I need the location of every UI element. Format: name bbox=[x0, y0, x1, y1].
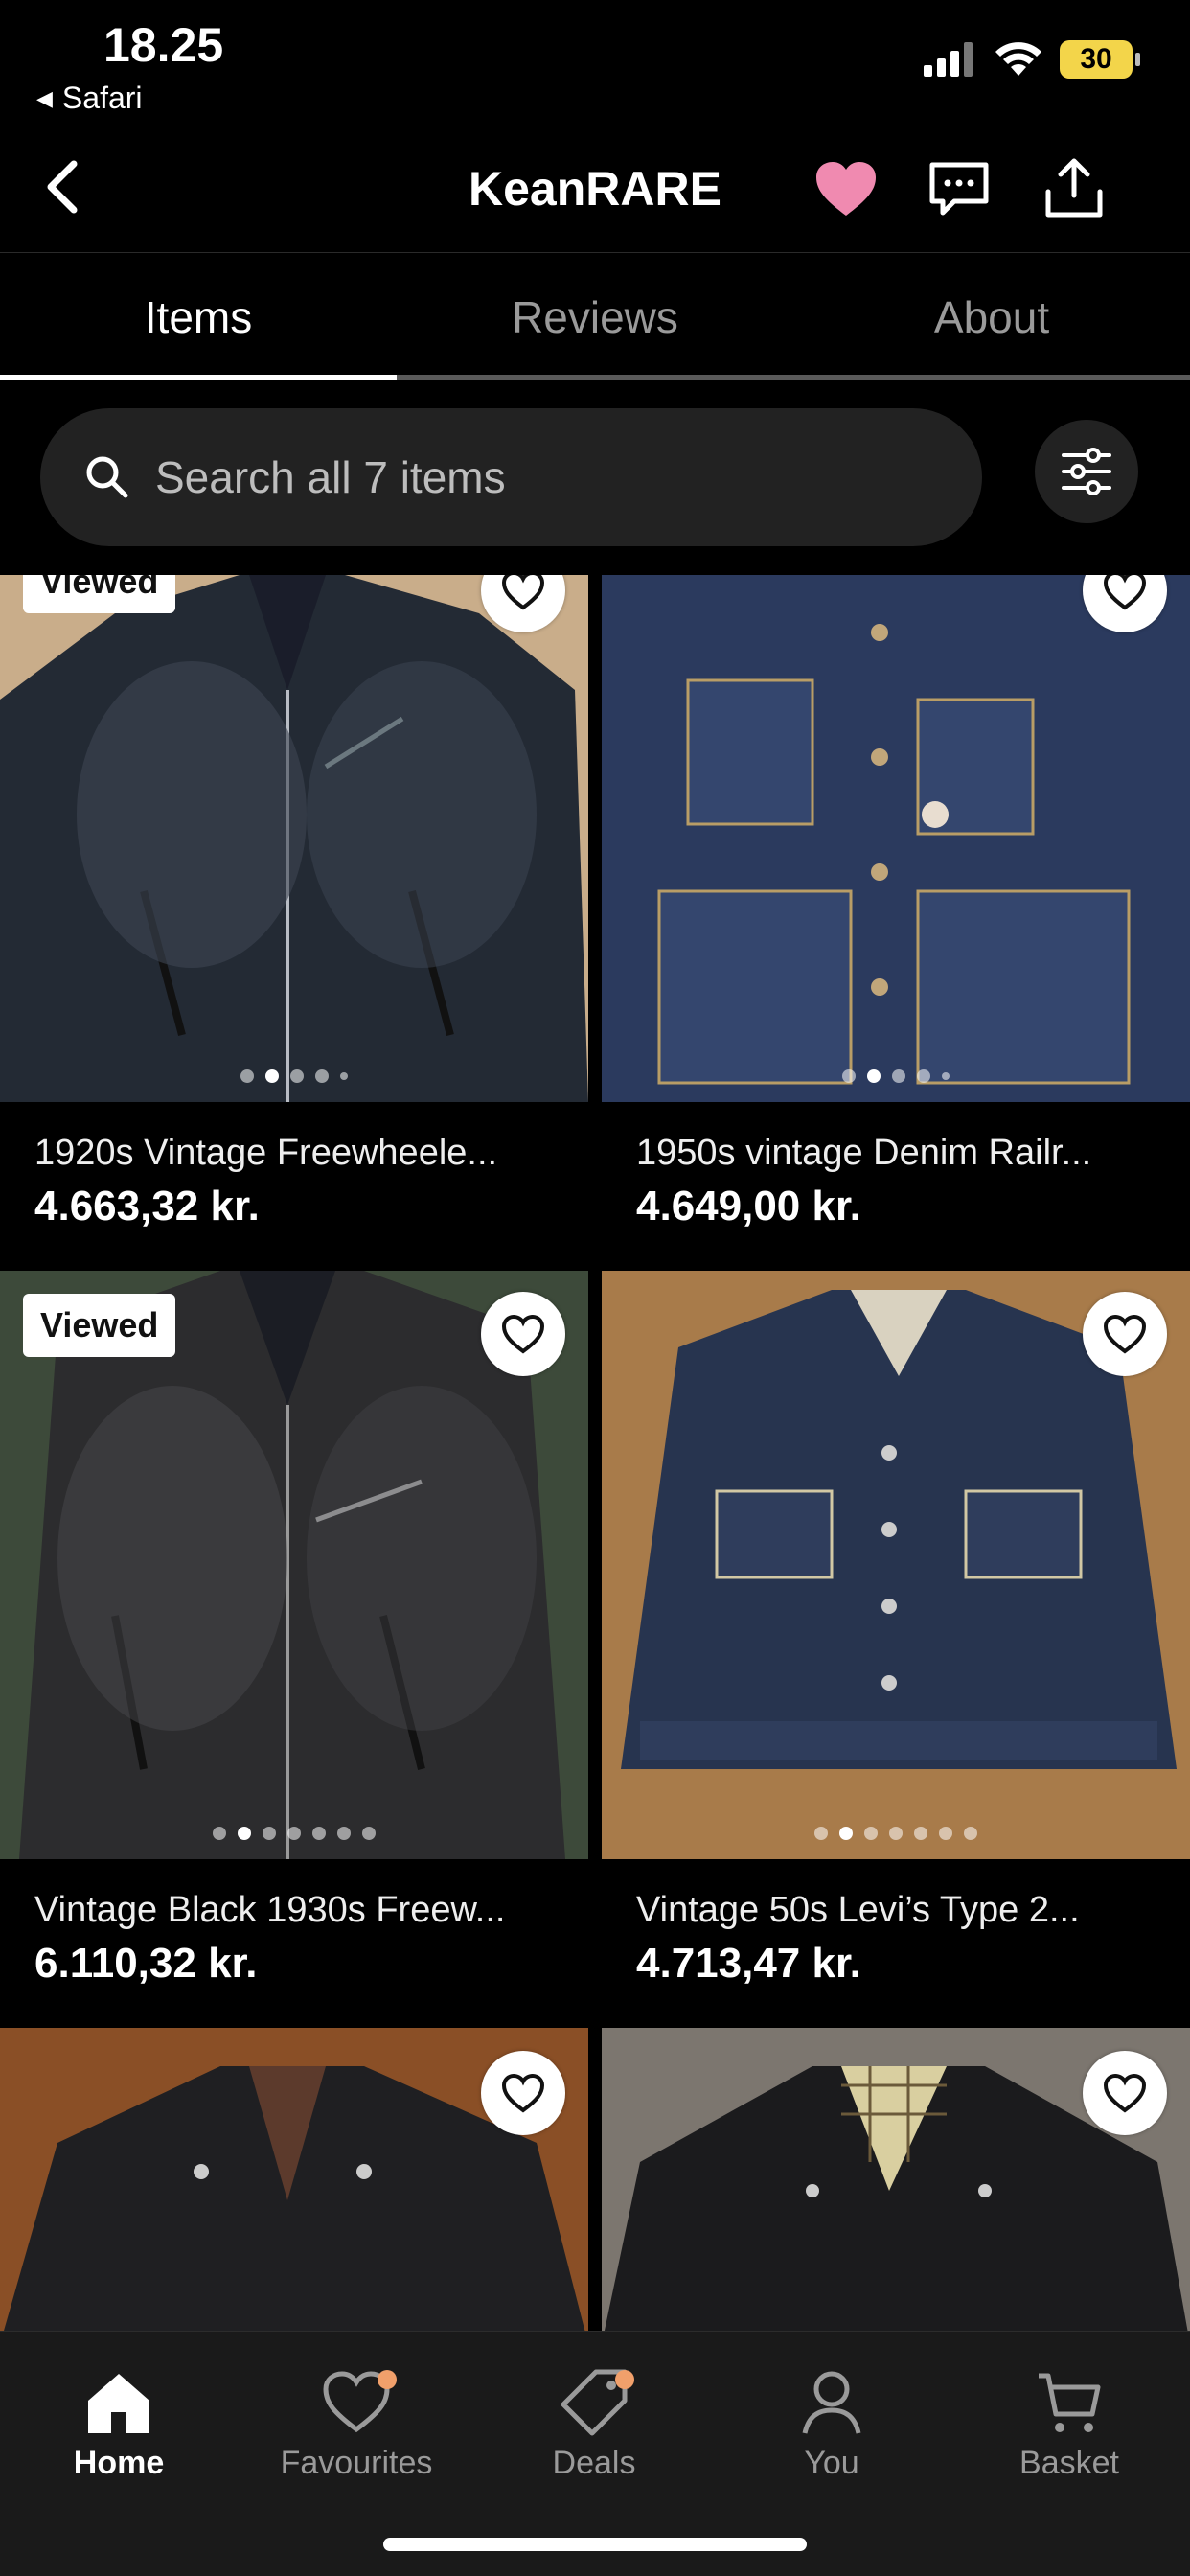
image-carousel-dots bbox=[0, 1827, 588, 1840]
heart-outline-icon bbox=[1103, 2073, 1147, 2113]
listing-image[interactable] bbox=[602, 575, 1190, 1102]
heart-outline-icon bbox=[501, 1314, 545, 1354]
nav-favourites-label: Favourites bbox=[280, 2445, 433, 2481]
nav-you[interactable]: You bbox=[736, 2366, 927, 2482]
listing-title: Vintage Black 1930s Freew... bbox=[34, 1890, 506, 1930]
nav-deals-label: Deals bbox=[552, 2445, 636, 2481]
battery-indicator: 30 bbox=[1060, 40, 1140, 79]
tab-reviews[interactable]: Reviews bbox=[397, 253, 793, 375]
tab-items[interactable]: Items bbox=[0, 253, 397, 380]
search-bar[interactable] bbox=[40, 408, 982, 546]
heart-filled-icon bbox=[816, 162, 876, 216]
listing-price: 6.110,32 kr. bbox=[34, 1940, 258, 1987]
wifi-icon bbox=[995, 42, 1041, 76]
notification-dot bbox=[615, 2370, 634, 2389]
denim-jacket-image bbox=[602, 575, 1190, 1102]
search-input[interactable] bbox=[153, 450, 824, 504]
chat-bubble-icon bbox=[929, 162, 989, 216]
favourite-item-button[interactable] bbox=[1083, 1292, 1167, 1376]
viewed-badge: Viewed bbox=[23, 1294, 176, 1357]
items-grid: Viewed 1920s Vintage Freewheele... 4.663… bbox=[0, 575, 1190, 2331]
heart-outline-icon bbox=[501, 575, 545, 610]
search-icon bbox=[86, 456, 128, 498]
heart-outline-icon bbox=[1103, 575, 1147, 610]
favourite-shop-button[interactable] bbox=[811, 153, 881, 224]
nav-deals[interactable]: Deals bbox=[498, 2366, 690, 2482]
listing-card[interactable]: Vintage 50s Levi’s Type 2... 4.713,47 kr… bbox=[602, 1271, 1190, 2018]
listing-title: 1920s Vintage Freewheele... bbox=[34, 1133, 498, 1173]
home-indicator bbox=[383, 2538, 807, 2551]
favourite-item-button[interactable] bbox=[1083, 2051, 1167, 2135]
status-time: 18.25 bbox=[103, 18, 224, 72]
listing-price: 4.649,00 kr. bbox=[636, 1183, 861, 1230]
signal-icon bbox=[924, 42, 973, 77]
listing-card[interactable]: 1950s vintage Denim Railr... 4.649,00 kr… bbox=[602, 575, 1190, 1265]
nav-home-label: Home bbox=[73, 2445, 165, 2481]
cart-icon bbox=[1033, 2366, 1106, 2439]
listing-card[interactable]: Viewed 1920s Vintage Freewheele... 4.663… bbox=[0, 575, 588, 1265]
nav-basket[interactable]: Basket bbox=[973, 2366, 1165, 2482]
tab-about[interactable]: About bbox=[793, 253, 1190, 375]
share-icon bbox=[1045, 158, 1103, 218]
status-bar: 18.25 ◀ Safari 30 bbox=[0, 0, 1190, 125]
heart-outline-icon bbox=[1103, 1314, 1147, 1354]
listing-card[interactable]: Viewed Vintage Black 1930s Freew... 6.11… bbox=[0, 1271, 588, 2018]
home-icon bbox=[82, 2366, 155, 2439]
favourite-item-button[interactable] bbox=[481, 2051, 565, 2135]
image-carousel-dots bbox=[602, 1827, 1190, 1840]
shop-tabs: Items Reviews About bbox=[0, 253, 1190, 380]
heart-outline-icon bbox=[501, 2073, 545, 2113]
back-triangle-icon: ◀ bbox=[36, 85, 53, 110]
listing-card[interactable] bbox=[602, 2028, 1190, 2331]
leather-jacket-image bbox=[0, 575, 588, 1102]
viewed-badge: Viewed bbox=[23, 575, 176, 613]
nav-home[interactable]: Home bbox=[23, 2366, 215, 2482]
listing-title: Vintage 50s Levi’s Type 2... bbox=[636, 1890, 1080, 1930]
tag-icon bbox=[558, 2366, 634, 2439]
nav-basket-label: Basket bbox=[1019, 2445, 1119, 2481]
nav-you-label: You bbox=[804, 2445, 859, 2481]
listing-price: 4.713,47 kr. bbox=[636, 1940, 861, 1987]
system-icons: 30 bbox=[924, 40, 1140, 79]
back-to-safari[interactable]: ◀ Safari bbox=[36, 80, 143, 116]
filter-button[interactable] bbox=[1035, 420, 1138, 523]
nav-favourites[interactable]: Favourites bbox=[261, 2366, 452, 2482]
favourite-item-button[interactable] bbox=[481, 1292, 565, 1376]
heart-icon bbox=[320, 2366, 397, 2439]
listing-title: 1950s vintage Denim Railr... bbox=[636, 1133, 1092, 1173]
person-icon bbox=[795, 2366, 868, 2439]
shop-header: KeanRARE bbox=[0, 125, 1190, 253]
listing-image[interactable] bbox=[0, 575, 588, 1102]
shop-title: KeanRARE bbox=[469, 162, 721, 216]
notification-dot bbox=[378, 2370, 397, 2389]
listing-price: 4.663,32 kr. bbox=[34, 1183, 260, 1230]
filter-sliders-icon bbox=[1062, 448, 1111, 495]
image-carousel-dots bbox=[602, 1070, 1190, 1083]
message-shop-button[interactable] bbox=[924, 153, 995, 224]
share-button[interactable] bbox=[1039, 153, 1110, 224]
back-app-label: Safari bbox=[61, 80, 143, 115]
image-carousel-dots bbox=[0, 1070, 588, 1083]
listing-card[interactable] bbox=[0, 2028, 588, 2331]
